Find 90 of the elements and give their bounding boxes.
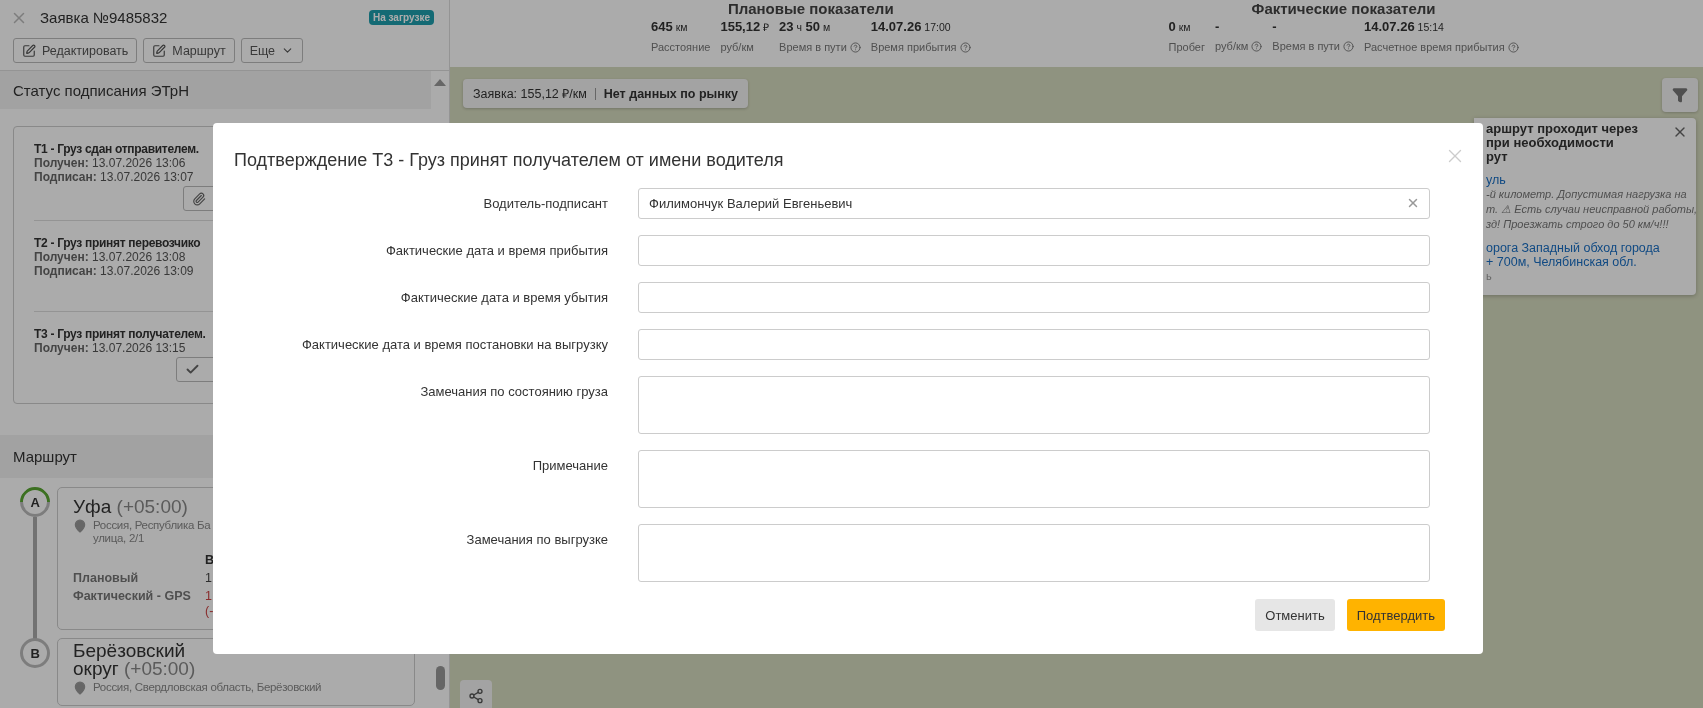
table-header: В [205,553,216,568]
metric-label: Расчетное время прибытия [1364,41,1505,53]
cancel-button[interactable]: Отменить [1255,599,1335,631]
step-title: T2 - Груз принят перевозчико [34,236,201,250]
step-detail: Получен: 13.07.2026 13:06 [34,156,186,170]
metric-value: 0 км [1168,19,1192,35]
notice-link[interactable]: орога Западный обход города [1486,241,1660,255]
step-title: T3 - Груз принят получателем. [34,327,206,341]
textarea-field[interactable] [638,524,1430,582]
metric-value: - [1272,19,1278,34]
point-name: округ (+05:00) [73,660,196,678]
notice-text: ь [1486,269,1492,283]
help-icon[interactable] [1251,40,1263,52]
help-icon[interactable] [959,41,971,53]
input-field[interactable] [638,235,1430,266]
field-label: Замечания по состоянию груза [419,383,608,399]
notice-text: при необходимости [1486,136,1614,150]
notice-link[interactable]: + 700м, Челябинская обл. [1486,255,1637,269]
metric-label: Время в пути [1272,40,1340,52]
more-dropdown-button[interactable]: Еще [240,38,304,63]
notice-link[interactable]: уль [1486,173,1506,187]
metrics-title: Плановые показатели [727,0,894,17]
time-delta: (- [205,604,215,619]
field-label: Примечание [531,457,608,473]
help-icon[interactable] [849,41,861,53]
metric-label: Расстояние [651,41,711,53]
field-label: Фактические дата и время постановки на выгрузку [300,337,608,352]
metric-value: 23 ч 50 м [779,19,832,35]
status-badge: На загрузке [368,10,434,25]
point-address: Россия, Свердловская область, Берёзовский [93,681,322,694]
driver-select[interactable]: Филимончук Валерий Евгеньевич [638,188,1430,219]
time-label: Плановый [73,571,140,586]
step-detail: Подписан: 13.07.2026 13:09 [34,264,194,278]
confirm-button[interactable]: Подтвердить [1346,599,1445,631]
textarea-field[interactable] [638,450,1430,508]
metrics-title: Фактические показатели [1251,0,1436,17]
field-label: Водитель-подписант [482,196,608,211]
paperclip-icon [192,191,206,206]
toolbar-button[interactable]: Редактировать [13,38,138,63]
notice-text: аршрут проходит через [1486,122,1638,136]
notice-text: -й километр. Допустимая нагрузка на [1486,187,1687,202]
field-label: Замечания по выгрузке [465,531,608,547]
help-icon[interactable] [1343,40,1354,52]
step-detail: Получен: 13.07.2026 13:15 [34,341,186,355]
clear-icon[interactable] [1406,196,1420,210]
step-detail: Получен: 13.07.2026 13:08 [34,250,186,264]
field-label: Фактические дата и время прибытия [384,243,608,258]
section-header: Статус подписания ЭТрН [0,71,432,109]
step-detail: Подписан: 13.07.2026 13:07 [34,170,194,184]
metric-value: 645 км [651,19,689,35]
check-icon [185,362,200,377]
notice-text: т. ⚠ Есть случаи неисправной работы, [1486,202,1698,217]
step-title: T1 - Груз сдан отправителем. [34,142,199,156]
time-label: Фактический - GPS [73,589,192,605]
textarea-field[interactable] [638,376,1430,434]
metric-value: 14.07.26 17:00 [870,19,952,35]
input-field[interactable] [638,329,1430,360]
point-address: улица, 2/1 [93,532,144,545]
market-text: Нет данных по рынку [603,86,739,101]
metric-label: Время в пути [779,41,847,53]
metric-value: - [1214,19,1221,34]
help-icon[interactable] [1507,41,1519,53]
rate-text: Заявка: 155,12 ₽/км [473,86,587,102]
notice-text: рут [1486,150,1508,164]
edit-icon [22,43,36,58]
share-icon [468,688,484,704]
field-label: Фактические дата и время убытия [399,290,608,305]
metric-label: Время прибытия [870,41,957,53]
input-field[interactable] [638,282,1430,313]
filter-icon [1672,87,1688,103]
point-address: Россия, Республика Ба [93,519,211,532]
edit-icon [152,43,167,58]
order-title: Заявка №9485832 [40,9,168,26]
scrollbar-thumb[interactable] [435,666,445,690]
point-name: Берёзовский [73,642,186,660]
metric-value: 14.07.26 15:14 [1364,19,1445,35]
toolbar-button[interactable]: Маршрут [143,38,235,63]
filter-button[interactable] [1662,78,1698,112]
time-value: 1 [205,589,213,604]
route-tool-button[interactable] [460,680,492,708]
notice-text: зд! Проезжать строго до 50 км/ч!!! [1486,217,1669,232]
metric-label: Пробег [1168,41,1205,53]
location-pin-icon [73,681,87,695]
location-pin-icon [73,519,87,533]
time-value: 1 [205,571,213,586]
metric-value: 155,12 ₽ [720,19,770,35]
point-name: Уфа (+05:00) [73,498,188,516]
metric-label: руб/км [720,41,754,53]
dialog-title: Подтверждение Т3 - Груз принят получателем от имени водителя [234,149,785,172]
metric-label: руб/км [1214,40,1249,52]
